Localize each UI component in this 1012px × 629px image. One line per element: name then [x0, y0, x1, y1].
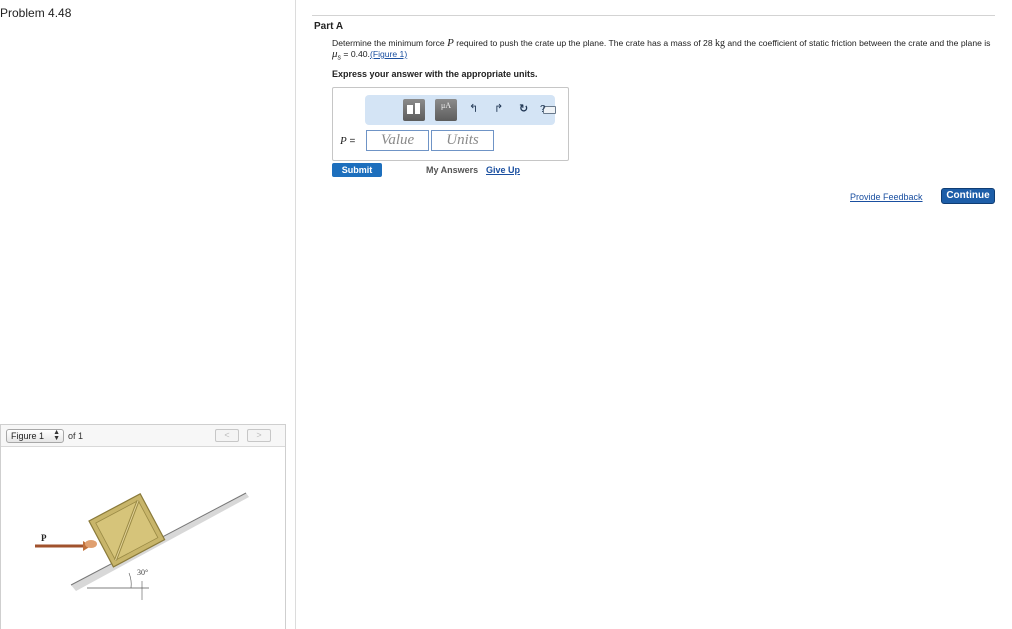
crate	[88, 492, 166, 568]
question-text: Determine the minimum force P required t…	[332, 38, 997, 64]
answer-box: μA ↰ ↱ ↻ ? P = Value Units	[332, 87, 569, 161]
answer-variable-label: P =	[340, 135, 355, 147]
question-mid: required to push the crate up the plane.…	[453, 38, 716, 48]
problem-title: Problem 4.48	[0, 6, 72, 20]
question-post: and the coefficient of static friction b…	[725, 38, 991, 48]
instruction-text: Express your answer with the appropriate…	[332, 69, 538, 79]
angle-label: 30°	[137, 568, 148, 577]
select-arrows-icon: ▲ ▼	[53, 429, 60, 442]
figure-link[interactable]: (Figure 1)	[370, 49, 407, 59]
redo-icon[interactable]: ↱	[494, 103, 503, 115]
next-figure-button[interactable]: >	[247, 429, 271, 442]
question-unit: kg	[715, 38, 726, 49]
figure-count: of 1	[68, 431, 84, 441]
undo-icon[interactable]: ↰	[469, 103, 478, 115]
question-pre: Determine the minimum force	[332, 38, 448, 48]
hand-icon	[85, 540, 97, 548]
mu-value: = 0.40.	[341, 49, 370, 59]
figure-panel: Figure 1 ▲ ▼ of 1 < > 30° P	[0, 424, 286, 629]
crate-figure: 30° P	[35, 492, 249, 600]
answer-var: P	[340, 135, 347, 147]
units-input[interactable]: Units	[431, 130, 494, 151]
angle-arc	[128, 572, 132, 589]
my-answers-link[interactable]: My Answers	[426, 165, 478, 175]
figure-toolbar: Figure 1 ▲ ▼ of 1 < >	[1, 425, 285, 447]
templates-button[interactable]	[403, 99, 425, 121]
prev-figure-button[interactable]: <	[215, 429, 239, 442]
part-label: Part A	[314, 21, 344, 32]
units-symbols-button[interactable]: μA	[435, 99, 457, 121]
value-input[interactable]: Value	[366, 130, 429, 151]
panel-divider	[295, 0, 296, 629]
give-up-link[interactable]: Give Up	[486, 165, 520, 175]
figure-select-value: Figure 1	[11, 431, 45, 441]
question-var: P	[447, 37, 454, 49]
reset-icon[interactable]: ↻	[519, 103, 528, 115]
math-toolbar: μA ↰ ↱ ↻	[365, 95, 556, 125]
help-icon[interactable]: ?	[540, 104, 546, 115]
provide-feedback-link[interactable]: Provide Feedback	[850, 192, 923, 202]
units-symbols-label: μA	[440, 101, 452, 110]
force-label: P	[41, 533, 47, 543]
answer-equals: =	[346, 136, 356, 147]
figure-select[interactable]: Figure 1 ▲ ▼	[6, 429, 64, 443]
continue-button[interactable]: Continue	[941, 188, 995, 204]
top-rule	[312, 15, 995, 16]
submit-button[interactable]: Submit	[332, 163, 382, 177]
